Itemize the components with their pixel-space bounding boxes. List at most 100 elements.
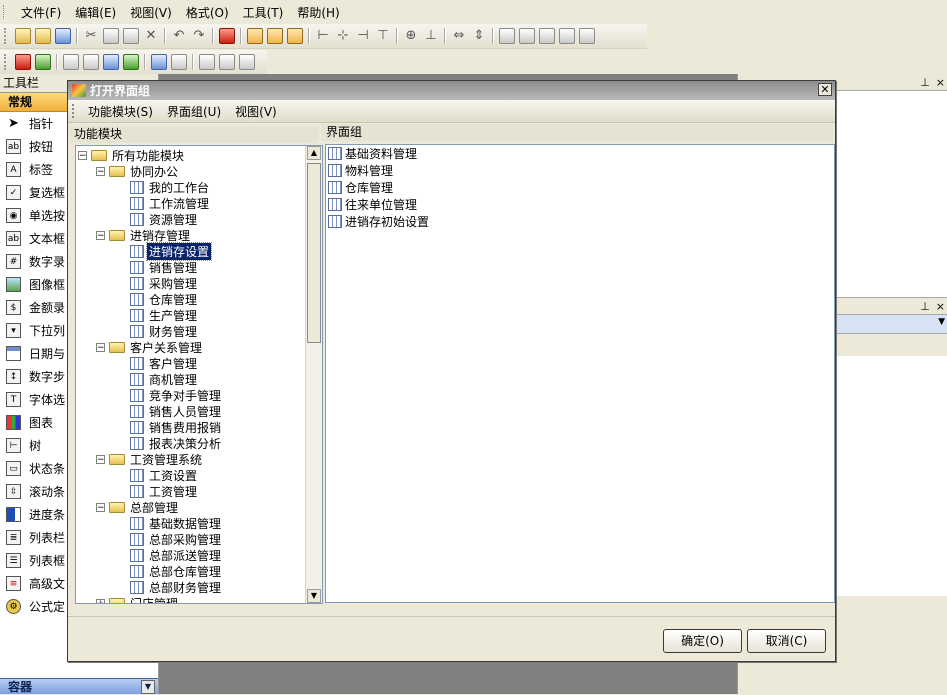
tree-leaf[interactable]: 销售人员管理: [130, 403, 223, 419]
tree-leaf[interactable]: 工资设置: [130, 467, 199, 483]
design-tools-icon[interactable]: [267, 28, 283, 44]
save-icon[interactable]: [55, 28, 71, 44]
tree-group-inventory[interactable]: − 进销存管理: [96, 227, 192, 243]
list-icon[interactable]: [219, 54, 235, 70]
chevron-down-icon[interactable]: ▼: [938, 317, 945, 327]
tree-leaf[interactable]: 销售管理: [130, 259, 199, 275]
users-icon[interactable]: [35, 54, 51, 70]
same-height-icon[interactable]: [519, 28, 535, 44]
collapse-icon[interactable]: −: [96, 454, 105, 464]
pin-icon[interactable]: ⊥: [920, 76, 930, 89]
redo-icon[interactable]: ↷: [191, 28, 207, 44]
form-icon[interactable]: [15, 54, 31, 70]
tree-leaf[interactable]: 工资管理: [130, 483, 199, 499]
scroll-thumb[interactable]: [307, 163, 321, 343]
tree-leaf[interactable]: 总部采购管理: [130, 531, 223, 547]
list-item[interactable]: 往来单位管理: [328, 196, 417, 213]
tree-leaf[interactable]: 仓库管理: [130, 291, 199, 307]
menu-file[interactable]: 文件(F): [14, 2, 68, 23]
tree-group-collab[interactable]: − 协同办公: [96, 163, 180, 179]
center-horizontal-icon[interactable]: [559, 28, 575, 44]
component-icon[interactable]: [83, 54, 99, 70]
tree-group-crm[interactable]: − 客户关系管理: [96, 339, 204, 355]
menu-help[interactable]: 帮助(H): [290, 2, 346, 23]
window-icon[interactable]: [151, 54, 167, 70]
toolbox-footer-tab[interactable]: 容器 ▼: [0, 678, 158, 694]
tree-leaf[interactable]: 销售费用报销: [130, 419, 223, 435]
same-width-icon[interactable]: [499, 28, 515, 44]
menu-format[interactable]: 格式(O): [179, 2, 236, 23]
align-right-icon[interactable]: ⊣: [355, 28, 371, 44]
scroll-down-icon[interactable]: ▼: [307, 589, 321, 603]
menu-view[interactable]: 视图(V): [229, 103, 285, 120]
menubar-grip[interactable]: [72, 104, 76, 118]
new-file-icon[interactable]: [15, 28, 31, 44]
tree-leaf[interactable]: 总部仓库管理: [130, 563, 223, 579]
tree-leaf[interactable]: 基础数据管理: [130, 515, 223, 531]
scroll-up-icon[interactable]: ▲: [307, 146, 321, 160]
ok-button[interactable]: 确定(O): [663, 629, 742, 653]
list-item[interactable]: 基础资料管理: [328, 145, 417, 162]
tree-scrollbar[interactable]: ▲ ▼: [305, 146, 322, 603]
tree-leaf[interactable]: 采购管理: [130, 275, 199, 291]
tree-leaf[interactable]: 我的工作台: [130, 179, 211, 195]
query-icon[interactable]: [103, 54, 119, 70]
tree-leaf[interactable]: 总部财务管理: [130, 579, 223, 595]
center-vertical-icon[interactable]: [579, 28, 595, 44]
list-item[interactable]: 仓库管理: [328, 179, 393, 196]
tree-leaf[interactable]: 财务管理: [130, 323, 199, 339]
collapse-icon[interactable]: −: [96, 230, 105, 240]
align-bottom-icon[interactable]: ⊥: [423, 28, 439, 44]
tree-leaf[interactable]: 生产管理: [130, 307, 199, 323]
tree-leaf[interactable]: 竞争对手管理: [130, 387, 223, 403]
collapse-icon[interactable]: −: [96, 166, 105, 176]
close-icon[interactable]: ×: [936, 76, 945, 89]
open-folder-icon[interactable]: [35, 28, 51, 44]
close-icon[interactable]: ✕: [818, 83, 832, 96]
tree-leaf[interactable]: 工作流管理: [130, 195, 211, 211]
menu-function-module[interactable]: 功能模块(S): [82, 103, 161, 120]
run-icon[interactable]: [123, 54, 139, 70]
tree-leaf[interactable]: 总部派送管理: [130, 547, 223, 563]
list-item[interactable]: 进销存初始设置: [328, 213, 429, 230]
dialog-titlebar[interactable]: 打开界面组 ✕: [68, 81, 835, 100]
paste-icon[interactable]: [123, 28, 139, 44]
undo-icon[interactable]: ↶: [171, 28, 187, 44]
tree-leaf[interactable]: 商机管理: [130, 371, 199, 387]
space-horizontal-icon[interactable]: ⇔: [451, 28, 467, 44]
collapse-icon[interactable]: −: [96, 342, 105, 352]
tree-group-headquarters[interactable]: − 总部管理: [96, 499, 180, 515]
align-middle-icon[interactable]: ⊕: [403, 28, 419, 44]
settings-icon[interactable]: [171, 54, 187, 70]
table-icon[interactable]: [239, 54, 255, 70]
cancel-button[interactable]: 取消(C): [747, 629, 826, 653]
toolbar-grip[interactable]: [4, 54, 9, 70]
cut-icon[interactable]: ✂: [83, 28, 99, 44]
align-center-icon[interactable]: ⊹: [335, 28, 351, 44]
grid-icon[interactable]: [247, 28, 263, 44]
report-icon[interactable]: [199, 54, 215, 70]
menubar-grip[interactable]: [3, 5, 8, 19]
pin-icon[interactable]: ⊥: [920, 300, 930, 313]
align-top-icon[interactable]: ⊤: [375, 28, 391, 44]
tree-leaf[interactable]: 客户管理: [130, 355, 199, 371]
toolbar-grip[interactable]: [4, 28, 9, 44]
collapse-icon[interactable]: −: [78, 150, 87, 160]
chevron-down-icon[interactable]: ▼: [141, 680, 155, 694]
menu-ui-group[interactable]: 界面组(U): [161, 103, 229, 120]
stop-icon[interactable]: [219, 28, 235, 44]
tree-root[interactable]: − 所有功能模块: [78, 147, 186, 163]
tree-group-payroll[interactable]: − 工资管理系统: [96, 451, 204, 467]
list-item[interactable]: 物料管理: [328, 162, 393, 179]
same-size-icon[interactable]: [539, 28, 555, 44]
hierarchy-icon[interactable]: [63, 54, 79, 70]
menu-view[interactable]: 视图(V): [123, 2, 179, 23]
tree-leaf-selected[interactable]: 进销存设置: [130, 241, 213, 261]
expand-icon[interactable]: +: [96, 598, 105, 603]
menu-tools[interactable]: 工具(T): [236, 2, 291, 23]
menu-edit[interactable]: 编辑(E): [68, 2, 123, 23]
tree-leaf[interactable]: 报表决策分析: [130, 435, 223, 451]
align-left-icon[interactable]: ⊢: [315, 28, 331, 44]
collapse-icon[interactable]: −: [96, 502, 105, 512]
close-icon[interactable]: ×: [936, 300, 945, 313]
